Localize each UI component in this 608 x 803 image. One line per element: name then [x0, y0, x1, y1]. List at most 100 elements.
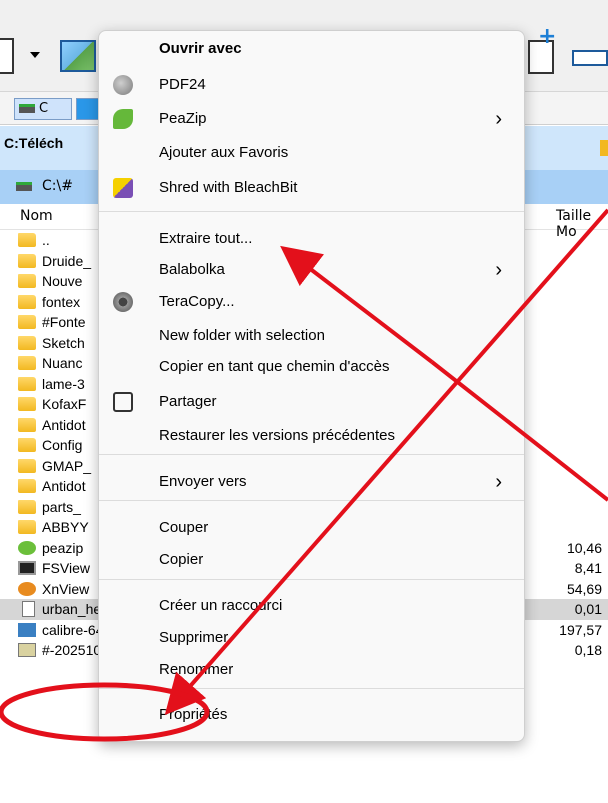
folder-icon	[18, 274, 36, 288]
dropdown-arrow-icon[interactable]	[30, 52, 40, 58]
menu-item-renommer[interactable]: Renommer	[99, 656, 524, 684]
folder-icon	[18, 315, 36, 329]
folder-icon	[18, 397, 36, 411]
drive-tab-label: C	[39, 101, 49, 116]
menu-item-balabolka[interactable]: Balabolka ›	[99, 256, 524, 284]
menu-item-propri-t-s[interactable]: Propriétés	[99, 701, 524, 729]
peazip-icon	[113, 109, 133, 129]
toolbar-left-edge-icon[interactable]	[0, 38, 14, 74]
folder-icon	[18, 233, 36, 247]
menu-item-label: PDF24	[159, 76, 206, 93]
file-name: Antidot	[42, 416, 86, 433]
menu-item-pdf24[interactable]: PDF24	[99, 71, 524, 99]
menu-item-label: New folder with selection	[159, 327, 325, 344]
menu-separator	[99, 688, 524, 689]
folder-icon	[18, 356, 36, 370]
menu-item-label: Propriétés	[159, 706, 228, 723]
file-name: parts_	[42, 498, 81, 515]
bleachbit-icon	[113, 178, 133, 198]
menu-item-label: Renommer	[159, 661, 234, 678]
menu-item-label: Copier	[159, 551, 204, 568]
file-size: 54,69	[566, 580, 602, 597]
thumbnail-view-icon[interactable]	[60, 40, 96, 72]
menu-item-restaurer-les-versions-pr-c-dentes[interactable]: Restaurer les versions précédentes	[99, 422, 524, 450]
installer-icon	[18, 622, 36, 637]
plus-badge-icon: +	[538, 24, 557, 49]
chevron-right-icon: ›	[495, 259, 502, 281]
menu-item-label: Shred with BleachBit	[159, 179, 298, 196]
menu-separator	[99, 579, 524, 580]
menu-item-label: Extraire tout...	[159, 230, 253, 247]
menu-item-label: Balabolka	[159, 261, 225, 278]
peazip-icon	[18, 540, 36, 555]
chevron-right-icon: ›	[495, 471, 502, 493]
menu-item-label: Créer un raccourci	[159, 597, 283, 614]
menu-item-shred-with-bleachbit[interactable]: Shred with BleachBit	[99, 174, 524, 202]
menu-item-extraire-tout[interactable]: Extraire tout...	[99, 225, 524, 253]
folder-icon	[18, 520, 36, 534]
menu-item-label: Partager	[159, 393, 217, 410]
rename-field-icon[interactable]	[572, 50, 608, 66]
menu-separator	[99, 211, 524, 212]
share-icon	[113, 392, 133, 412]
file-name: Nouve	[42, 273, 83, 289]
file-name: Sketch	[42, 334, 85, 351]
menu-item-supprimer[interactable]: Supprimer	[99, 624, 524, 652]
file-size: 197,57	[559, 621, 602, 638]
fsview-icon	[18, 561, 36, 575]
drive-icon	[16, 182, 32, 191]
file-size: 10,46	[566, 539, 602, 556]
menu-item-teracopy[interactable]: TeraCopy...	[99, 288, 524, 316]
xnview-icon	[18, 581, 36, 596]
menu-item-new-folder-with-selection[interactable]: New folder with selection	[99, 322, 524, 350]
folder-icon	[18, 438, 36, 452]
menu-item-partager[interactable]: Partager	[99, 388, 524, 416]
menu-separator	[99, 454, 524, 455]
folder-icon	[18, 376, 36, 391]
folder-icon	[18, 294, 36, 309]
file-name: Druide_	[42, 252, 92, 269]
menu-item-envoyer-vers[interactable]: Envoyer vers ›	[99, 468, 524, 496]
file-name: peazip	[42, 539, 84, 556]
column-name[interactable]: Nom	[20, 208, 53, 224]
file-name: Nuanc	[42, 355, 83, 371]
folder-icon	[18, 499, 36, 514]
file-name: ..	[42, 232, 50, 248]
file-size: 0,18	[574, 642, 602, 658]
file-size: 8,41	[574, 560, 602, 576]
folder-icon	[18, 479, 36, 493]
menu-item-label: TeraCopy...	[159, 293, 235, 310]
menu-item-label: Ajouter aux Favoris	[159, 144, 289, 161]
menu-item-couper[interactable]: Couper	[99, 514, 524, 542]
menu-item-peazip[interactable]: PeaZip ›	[99, 105, 524, 133]
file-size: 0,01	[574, 601, 602, 617]
file-name: lame-3	[42, 375, 85, 392]
path-text: C:\#	[42, 178, 73, 194]
file-name: ABBYY	[42, 519, 89, 535]
menu-item-ajouter-aux-favoris[interactable]: Ajouter aux Favoris	[99, 139, 524, 167]
panel-title: C:Téléch	[4, 135, 64, 151]
menu-item-ouvrir-avec: Ouvrir avec	[99, 35, 524, 63]
file-name: Antidot	[42, 478, 86, 494]
folder-icon	[18, 458, 36, 473]
folder-icon	[18, 417, 36, 432]
drive-tab-c[interactable]: C	[14, 98, 72, 120]
file-name: GMAP_	[42, 457, 92, 474]
menu-item-label: Couper	[159, 519, 209, 536]
menu-item-copier[interactable]: Copier	[99, 546, 524, 574]
menu-item-label: Copier en tant que chemin d'accès	[159, 358, 390, 375]
menu-item-label: PeaZip	[159, 110, 207, 127]
file-icon	[22, 601, 35, 617]
context-menu: Ouvrir avec PDF24 PeaZip › Ajouter aux Favor…	[98, 30, 525, 742]
menu-item-label: Restaurer les versions précédentes	[159, 427, 395, 444]
menu-separator	[99, 500, 524, 501]
menu-item-copier-en-tant-que-chemin-d-acc-s[interactable]: Copier en tant que chemin d'accès	[99, 353, 524, 381]
menu-item-label: Envoyer vers	[159, 473, 247, 490]
drive-icon	[19, 104, 35, 113]
menu-item-label: Supprimer	[159, 629, 229, 646]
menu-item-cr-er-un-raccourci[interactable]: Créer un raccourci	[99, 592, 524, 620]
menu-item-label: Ouvrir avec	[159, 40, 242, 57]
file-name: XnView	[42, 580, 90, 597]
folder-icon	[18, 335, 36, 350]
folder-icon	[18, 253, 36, 268]
